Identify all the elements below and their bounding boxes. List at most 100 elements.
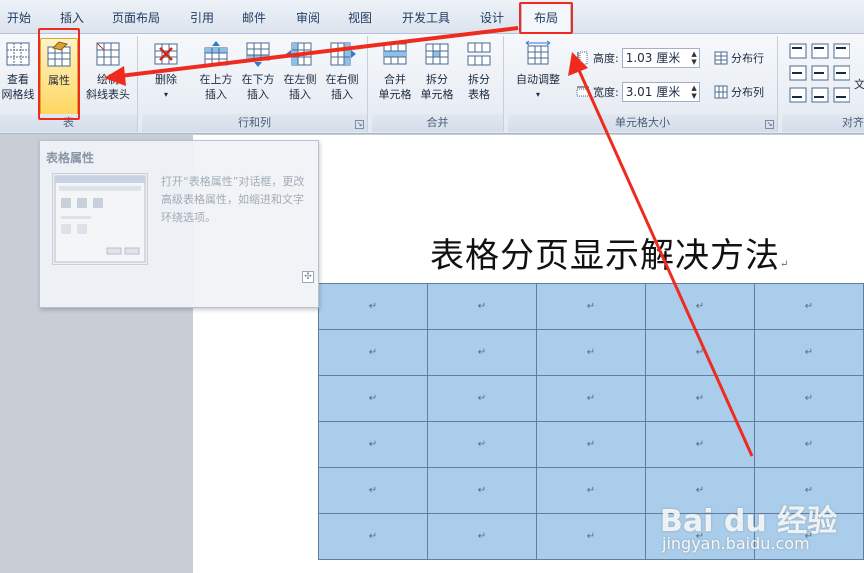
table-cell[interactable]: ↵ <box>754 283 864 330</box>
group-merge-label: 合并 <box>372 114 503 132</box>
view-gridlines-label-1: 查看 <box>7 73 29 86</box>
table-cell[interactable]: ↵ <box>427 329 537 376</box>
table-cell[interactable]: ↵ <box>427 283 537 330</box>
table-cell[interactable]: ↵ <box>427 375 537 422</box>
distribute-columns-button[interactable]: 分布列 <box>714 84 764 100</box>
tab-mailings[interactable]: 邮件 <box>234 6 274 30</box>
word-window: 开始 插入 页面布局 引用 邮件 审阅 视图 开发工具 设计 布局 查看 网格线… <box>0 0 864 573</box>
insert-below-icon <box>246 42 270 67</box>
group-table-label: 表 <box>0 114 137 132</box>
table-properties-button[interactable]: 属性 <box>40 38 78 120</box>
insert-left-button[interactable]: 在左侧 插入 <box>278 38 322 112</box>
table-cell[interactable]: ↵ <box>536 375 646 422</box>
column-width-label: 宽度: <box>593 86 619 99</box>
table-cell[interactable]: ↵ <box>536 421 646 468</box>
watermark-url: jingyan.baidu.com <box>662 534 810 553</box>
table-cell[interactable]: ↵ <box>754 329 864 376</box>
row-height-icon <box>577 51 588 65</box>
table-cell[interactable]: ↵ <box>536 329 646 376</box>
insert-below-label-1: 在下方 <box>241 73 275 86</box>
row-height-spinner-icon[interactable]: ▲ ▼ <box>691 50 696 66</box>
table-row: ↵ ↵ ↵ ↵ ↵ <box>318 421 864 468</box>
split-table-button[interactable]: 拆分 表格 <box>458 38 500 112</box>
tab-developer[interactable]: 开发工具 <box>394 6 458 30</box>
tab-view[interactable]: 视图 <box>340 6 380 30</box>
merge-cells-icon <box>383 43 407 65</box>
distribute-rows-label: 分布行 <box>731 52 764 65</box>
split-cells-label-1: 拆分 <box>426 73 448 86</box>
split-table-label-1: 拆分 <box>468 73 490 86</box>
group-alignment-label: 对齐 <box>782 114 864 132</box>
split-cells-button[interactable]: 拆分 单元格 <box>416 38 458 112</box>
autofit-button[interactable]: 自动调整 ▾ <box>510 38 566 112</box>
distribute-rows-button[interactable]: 分布行 <box>714 50 764 66</box>
text-direction-partial-label[interactable]: 文 <box>854 76 864 92</box>
column-width-input[interactable]: 3.01 厘米 ▲ ▼ <box>621 82 700 102</box>
ribbon-tab-strip: 开始 插入 页面布局 引用 邮件 审阅 视图 开发工具 设计 布局 <box>0 0 864 34</box>
column-width-icon <box>576 86 590 97</box>
table-cell[interactable]: ↵ <box>318 467 428 514</box>
distribute-columns-icon <box>714 85 728 99</box>
table-cell[interactable]: ↵ <box>645 329 755 376</box>
table-cell[interactable]: ↵ <box>318 421 428 468</box>
tab-home[interactable]: 开始 <box>2 6 36 30</box>
rows-columns-dialog-launcher[interactable]: ↘ <box>355 120 364 129</box>
insert-right-icon <box>330 42 356 66</box>
group-rows-columns-label: 行和列 <box>142 114 367 132</box>
table-row: ↵ ↵ ↵ ↵ ↵ <box>318 375 864 422</box>
insert-above-label-1: 在上方 <box>199 73 233 86</box>
insert-right-button[interactable]: 在右侧 插入 <box>320 38 364 112</box>
table-cell[interactable]: ↵ <box>536 283 646 330</box>
insert-above-button[interactable]: 在上方 插入 <box>194 38 238 112</box>
table-cell[interactable]: ↵ <box>645 421 755 468</box>
delete-button[interactable]: 删除 ▾ <box>146 38 186 112</box>
delete-label: 删除 <box>155 73 177 86</box>
cell-size-dialog-launcher[interactable]: ↘ <box>765 120 774 129</box>
autofit-dropdown-icon: ▾ <box>535 90 540 99</box>
tab-layout[interactable]: 布局 <box>521 3 571 34</box>
autofit-label: 自动调整 <box>516 73 560 86</box>
alignment-grid-icon[interactable] <box>788 42 850 104</box>
group-table: 查看 网格线 属性 绘制 斜线表头 表 <box>0 36 138 132</box>
table-cell[interactable]: ↵ <box>318 283 428 330</box>
table-cell[interactable]: ↵ <box>427 421 537 468</box>
table-row: ↵ ↵ ↵ ↵ ↵ <box>318 329 864 376</box>
row-height-value: 1.03 厘米 <box>625 51 681 65</box>
table-cell[interactable]: ↵ <box>427 513 537 560</box>
column-width-spinner-icon[interactable]: ▲ ▼ <box>691 84 696 100</box>
tab-design[interactable]: 设计 <box>472 6 512 30</box>
merge-cells-label-1: 合并 <box>384 73 406 86</box>
tab-page-layout[interactable]: 页面布局 <box>104 6 168 30</box>
group-cell-size: 自动调整 ▾ 高度: 1.03 厘米 ▲ ▼ 宽度: 3.01 厘米 ▲ ▼ 分布行 分… <box>508 36 778 132</box>
row-height-input[interactable]: 1.03 厘米 ▲ ▼ <box>621 48 700 68</box>
table-cell[interactable]: ↵ <box>536 467 646 514</box>
tooltip-description: 打开“表格属性”对话框，更改高级表格属性，如缩进和文字环绕选项。 <box>161 175 305 224</box>
table-cell[interactable]: ↵ <box>645 283 755 330</box>
table-cell[interactable]: ↵ <box>427 467 537 514</box>
table-cell[interactable]: ↵ <box>318 513 428 560</box>
column-width-value: 3.01 厘米 <box>625 85 681 99</box>
table-cell[interactable]: ↵ <box>754 421 864 468</box>
tab-insert[interactable]: 插入 <box>52 6 92 30</box>
table-cell[interactable]: ↵ <box>318 375 428 422</box>
split-cells-label-2: 单元格 <box>420 88 454 101</box>
gridlines-icon <box>6 42 30 66</box>
table-cell[interactable]: ↵ <box>754 375 864 422</box>
group-merge: 合并 单元格 拆分 单元格 拆分 表格 合并 <box>372 36 504 132</box>
draw-diagonal-header-button[interactable]: 绘制 斜线表头 <box>82 38 134 112</box>
insert-below-button[interactable]: 在下方 插入 <box>236 38 280 112</box>
distribute-rows-icon <box>714 51 728 65</box>
merge-cells-button[interactable]: 合并 单元格 <box>374 38 416 112</box>
help-icon[interactable]: ✣ <box>302 271 314 283</box>
tab-references[interactable]: 引用 <box>182 6 222 30</box>
diagonal-header-icon <box>96 42 120 66</box>
insert-right-label-2: 插入 <box>331 88 353 101</box>
tab-review[interactable]: 审阅 <box>288 6 328 30</box>
view-gridlines-button[interactable]: 查看 网格线 <box>0 38 38 112</box>
table-cell[interactable]: ↵ <box>318 329 428 376</box>
split-cells-icon <box>425 43 449 65</box>
document-title[interactable]: 表格分页显示解决方法↵ <box>430 228 789 277</box>
table-cell[interactable]: ↵ <box>645 375 755 422</box>
ribbon: 查看 网格线 属性 绘制 斜线表头 表 删除 ▾ 在上方 插入 在下方 插入 在… <box>0 34 864 134</box>
table-cell[interactable]: ↵ <box>536 513 646 560</box>
